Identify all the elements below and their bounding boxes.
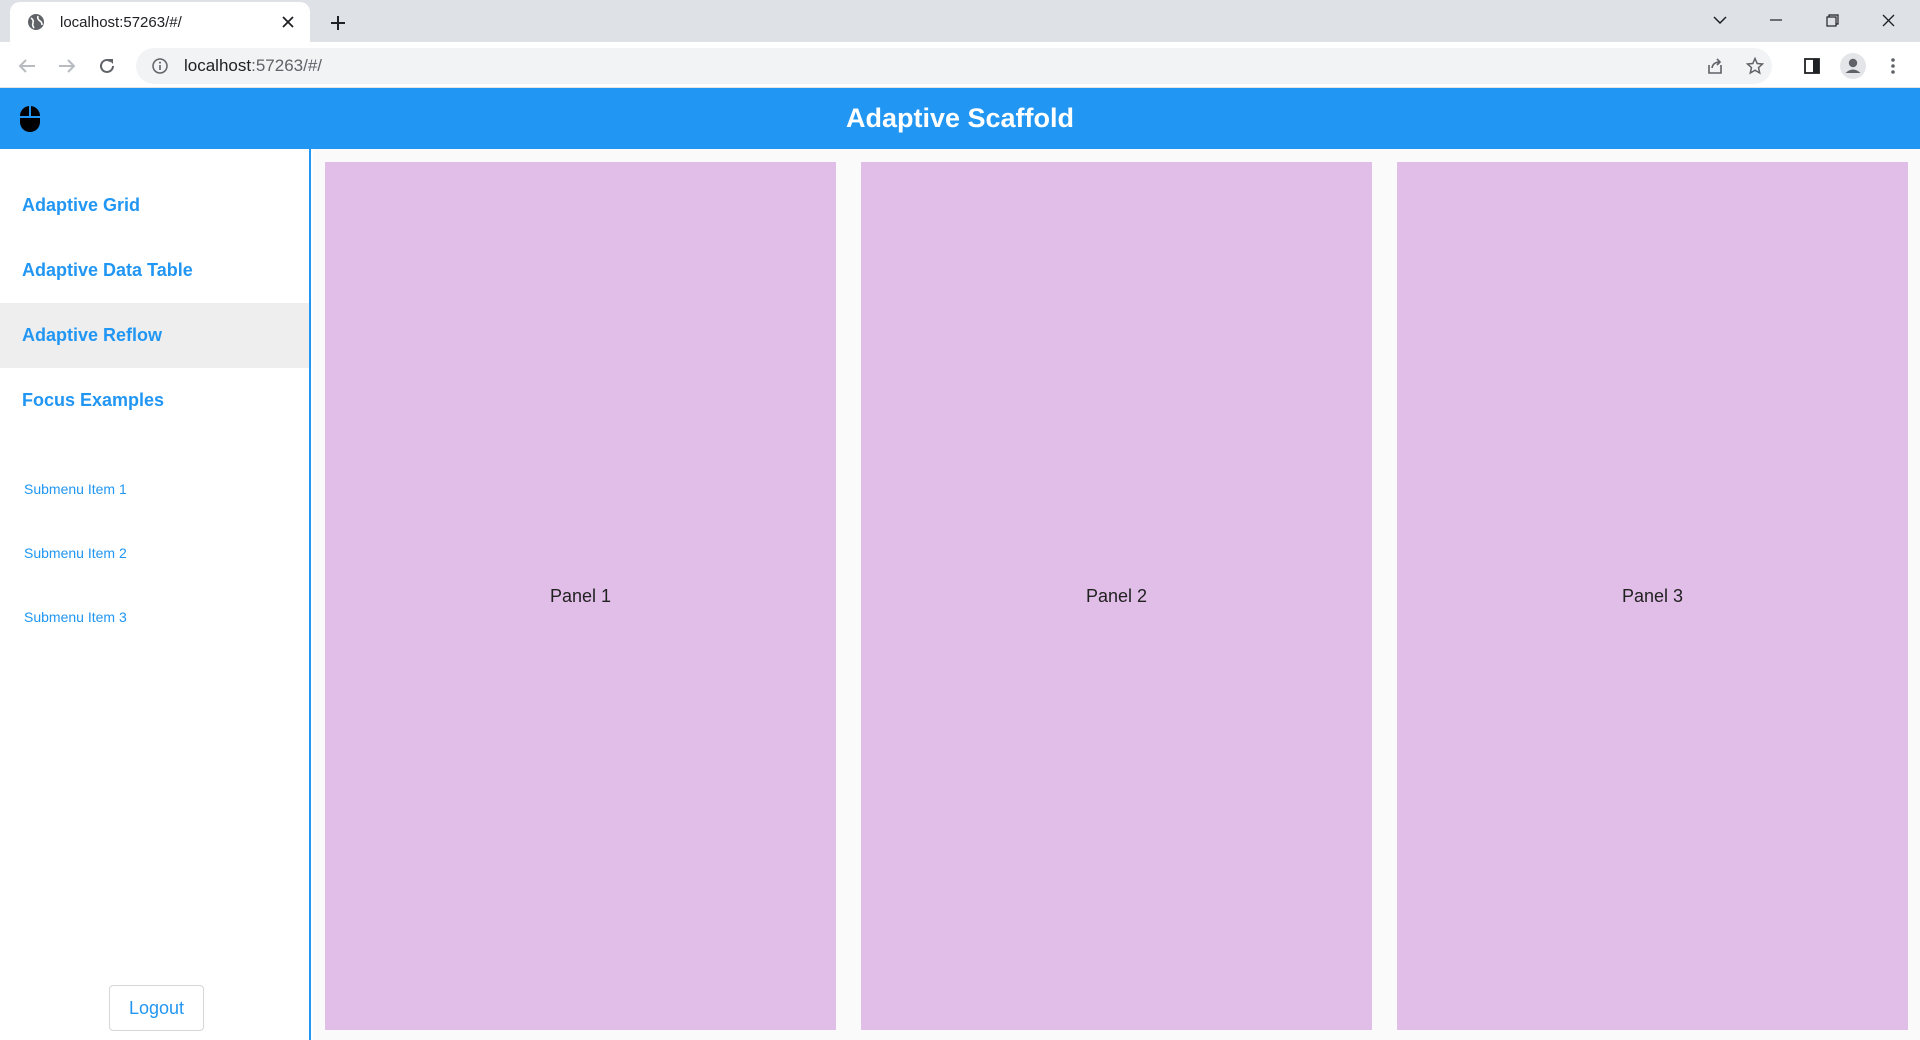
side-panel-icon[interactable] [1795, 49, 1829, 83]
browser-toolbar: localhost:57263/#/ [0, 42, 1920, 88]
url-text: localhost:57263/#/ [184, 56, 323, 75]
close-window-icon[interactable] [1860, 0, 1916, 40]
nav-item-adaptive-grid[interactable]: Adaptive Grid [0, 173, 309, 238]
tab-search-icon[interactable] [1692, 0, 1748, 40]
panel-label: Panel 3 [1621, 585, 1684, 606]
browser-tab[interactable]: localhost:57263/#/ [10, 2, 310, 42]
panel-label: Panel 2 [1085, 585, 1148, 606]
browser-menu-icon[interactable] [1876, 49, 1910, 83]
browser-tab-strip: localhost:57263/#/ [0, 0, 1920, 42]
minimize-icon[interactable] [1748, 0, 1804, 40]
app-title: Adaptive Scaffold [845, 103, 1075, 133]
panel-label: Panel 1 [549, 585, 612, 606]
panel-2: Panel 2 [861, 162, 1372, 1030]
reload-icon[interactable] [90, 49, 124, 83]
nav-item-adaptive-reflow[interactable]: Adaptive Reflow [0, 303, 309, 368]
submenu-item-3[interactable]: Submenu Item 3 [0, 597, 309, 637]
app-bar: Adaptive Scaffold [0, 88, 1920, 149]
main-content: Panel 1 Panel 2 Panel 3 [313, 149, 1920, 1040]
restore-icon[interactable] [1804, 0, 1860, 40]
logout-button[interactable]: Logout [109, 985, 204, 1031]
submenu-item-1[interactable]: Submenu Item 1 [0, 469, 309, 509]
forward-arrow-icon[interactable] [50, 49, 84, 83]
close-tab-icon[interactable] [276, 10, 300, 34]
address-bar[interactable]: localhost:57263/#/ [136, 48, 1772, 84]
tab-title: localhost:57263/#/ [60, 13, 182, 31]
new-tab-button[interactable] [324, 9, 352, 37]
site-info-icon[interactable] [150, 56, 170, 76]
globe-icon [26, 12, 46, 32]
panel-3: Panel 3 [1397, 162, 1908, 1030]
submenu-item-2[interactable]: Submenu Item 2 [0, 533, 309, 573]
nav-item-adaptive-data-table[interactable]: Adaptive Data Table [0, 238, 309, 303]
bookmark-star-icon[interactable] [1739, 50, 1771, 82]
back-arrow-icon[interactable] [10, 49, 44, 83]
panel-1: Panel 1 [325, 162, 836, 1030]
profile-avatar-icon[interactable] [1836, 49, 1870, 83]
nav-item-focus-examples[interactable]: Focus Examples [0, 368, 309, 433]
navigation-sidebar: Adaptive Grid Adaptive Data Table Adapti… [0, 149, 311, 1040]
share-icon[interactable] [1699, 50, 1731, 82]
